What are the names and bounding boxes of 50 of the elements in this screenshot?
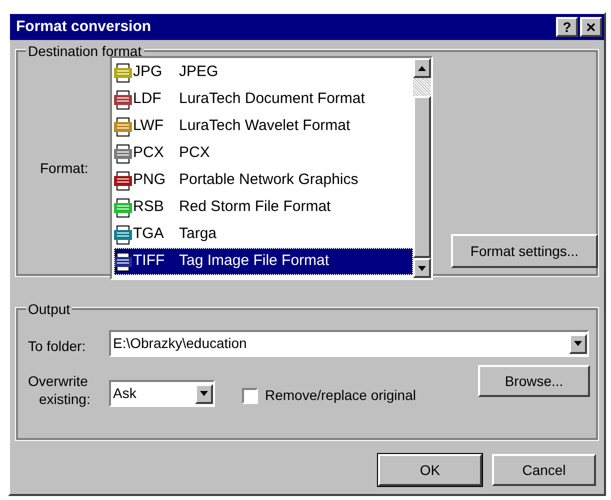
format-list-item[interactable]: LDF LuraTech Document Format bbox=[114, 86, 413, 113]
format-list-item[interactable]: PNG Portable Network Graphics bbox=[114, 167, 413, 194]
overwrite-label: existing: bbox=[39, 390, 90, 408]
cancel-button[interactable]: Cancel bbox=[492, 454, 596, 486]
format-name: LuraTech Wavelet Format bbox=[179, 116, 350, 136]
format-list-item[interactable]: TIFF Tag Image File Format bbox=[114, 248, 413, 275]
format-name: JPEG bbox=[179, 62, 218, 82]
scroll-track[interactable] bbox=[413, 78, 431, 96]
format-extension: TIFF bbox=[133, 251, 166, 272]
format-settings-button[interactable]: Format settings... bbox=[451, 234, 598, 268]
down-triangle-icon bbox=[200, 391, 208, 396]
format-list-item[interactable]: LWF LuraTech Wavelet Format bbox=[114, 113, 413, 140]
checkbox[interactable] bbox=[242, 388, 258, 404]
overwrite-combo-box[interactable]: Ask bbox=[109, 380, 215, 407]
scrollbar[interactable] bbox=[413, 58, 431, 278]
dropdown-button[interactable] bbox=[569, 334, 587, 354]
dropdown-button[interactable] bbox=[195, 384, 213, 404]
ok-button[interactable]: OK bbox=[378, 454, 482, 486]
format-label: Format: bbox=[40, 159, 88, 178]
format-list-item[interactable]: PCX PCX bbox=[114, 140, 413, 167]
format-extension: TGA bbox=[133, 224, 165, 244]
format-extension: JPG bbox=[133, 62, 164, 82]
format-name: Targa bbox=[179, 224, 217, 244]
format-name: PCX bbox=[179, 143, 210, 164]
format-name: Tag Image File Format bbox=[179, 251, 330, 272]
down-triangle-icon bbox=[574, 341, 582, 346]
overwrite-label: Overwrite bbox=[28, 372, 88, 390]
format-extension: LDF bbox=[133, 89, 162, 110]
help-button[interactable]: ? bbox=[556, 17, 578, 37]
format-list-item[interactable]: RSB Red Storm File Format bbox=[114, 194, 413, 221]
checkbox-label: Remove/replace original bbox=[265, 386, 416, 405]
folder-combo-box[interactable]: E:\Obrazky\education bbox=[109, 330, 589, 357]
folder-label: To folder: bbox=[28, 337, 86, 356]
scroll-down-button[interactable] bbox=[413, 258, 431, 278]
scroll-up-button[interactable] bbox=[413, 58, 431, 78]
scroll-thumb[interactable] bbox=[413, 96, 431, 258]
format-name: LuraTech Document Format bbox=[179, 89, 365, 110]
format-name: Portable Network Graphics bbox=[179, 170, 358, 190]
browse-button[interactable]: Browse... bbox=[478, 365, 590, 397]
close-button[interactable]: ✕ bbox=[580, 17, 602, 37]
up-triangle-icon bbox=[418, 66, 426, 70]
format-name: Red Storm File Format bbox=[179, 197, 331, 218]
format-extension: RSB bbox=[133, 197, 165, 218]
window-title: Format conversion bbox=[16, 16, 152, 37]
format-extension: PCX bbox=[133, 143, 165, 164]
format-list-item[interactable]: TGA Targa bbox=[114, 221, 413, 248]
format-extension: PNG bbox=[133, 170, 167, 190]
format-extension: LWF bbox=[133, 116, 165, 136]
down-triangle-icon bbox=[418, 266, 426, 270]
format-list-item[interactable]: JPG JPEG bbox=[114, 59, 413, 86]
